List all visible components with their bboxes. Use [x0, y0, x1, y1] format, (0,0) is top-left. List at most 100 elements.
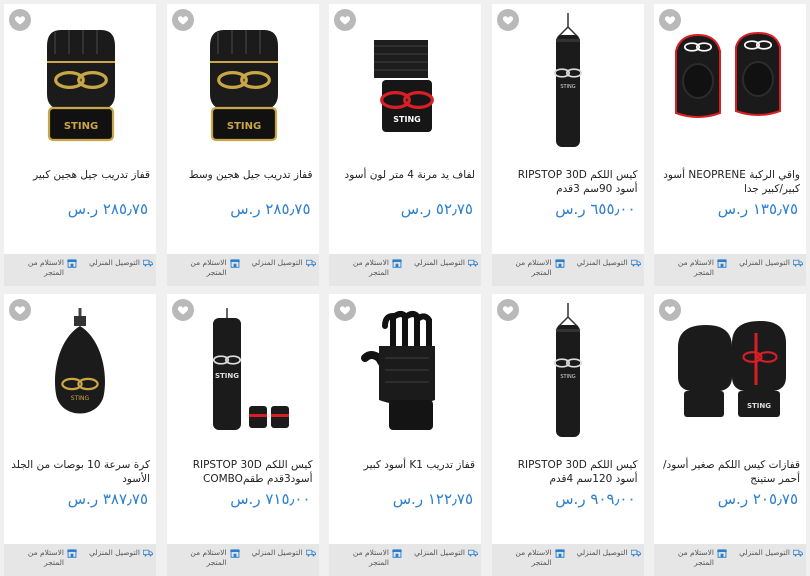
store-icon — [555, 548, 565, 558]
wishlist-heart-icon[interactable] — [9, 299, 31, 321]
svg-text:STING: STING — [71, 395, 90, 402]
store-pickup-label: الاستلام من المتجر — [677, 548, 714, 567]
store-pickup-option: الاستلام من المتجر — [654, 548, 730, 576]
wishlist-heart-icon[interactable] — [9, 9, 31, 31]
store-pickup-option: الاستلام من المتجر — [654, 258, 730, 286]
product-card[interactable]: STING كيس اللكم RIPSTOP 30D أسود 90سم 3ق… — [491, 4, 644, 286]
store-pickup-option: الاستلام من المتجر — [167, 258, 243, 286]
home-delivery-label: التوصيل المنزلي — [89, 258, 140, 267]
home-delivery-option: التوصيل المنزلي — [405, 258, 481, 286]
price-value: ٦٥٥٫٠٠ — [590, 200, 636, 218]
product-price: ٢٠٥٫٧٥ ر.س — [654, 488, 806, 514]
price-value: ١٢٢٫٧٥ — [427, 490, 473, 508]
currency-label: ر.س — [392, 490, 424, 508]
currency-label: ر.س — [230, 200, 261, 218]
price-value: ١٣٥٫٧٥ — [752, 200, 798, 218]
store-icon — [717, 548, 727, 558]
product-card[interactable]: STING كيس اللكم RIPSTOP 30D أسود 120سم 4… — [491, 294, 644, 576]
home-delivery-label: التوصيل المنزلي — [414, 258, 465, 267]
product-price: ٦٥٥٫٠٠ ر.س — [492, 198, 644, 224]
store-pickup-label: الاستلام من المتجر — [27, 548, 64, 567]
truck-icon — [631, 548, 641, 558]
product-title[interactable]: قفاز تدريب جيل هجين كبير — [4, 162, 156, 198]
store-pickup-option: الاستلام من المتجر — [4, 258, 80, 286]
store-icon — [392, 258, 402, 268]
product-price: ٣٨٧٫٧٥ ر.س — [4, 488, 156, 514]
wishlist-heart-icon[interactable] — [659, 299, 681, 321]
product-title[interactable]: قفازات كيس اللكم صغير أسود/أحمر ستينج — [654, 452, 806, 488]
currency-label: ر.س — [555, 200, 586, 218]
store-icon — [67, 258, 77, 268]
product-price: ٢٨٥٫٧٥ ر.س — [4, 198, 156, 224]
wishlist-heart-icon[interactable] — [496, 9, 519, 31]
product-card[interactable]: واقي الركبة NEOPRENE أسود كبير/كبير جدا … — [654, 4, 806, 286]
home-delivery-label: التوصيل المنزلي — [739, 258, 790, 267]
product-title[interactable]: كيس اللكم RIPSTOP 30D أسود 90سم 3قدم — [492, 162, 644, 198]
product-title[interactable]: كيس اللكم RIPSTOP 30D أسود3قدم طقمCOMBO — [167, 452, 319, 488]
product-price: ٢٨٥٫٧٥ ر.س — [167, 198, 319, 224]
product-card[interactable]: STING كيس اللكم RIPSTOP 30D أسود3قدم طقم… — [166, 294, 319, 576]
svg-text:STING: STING — [560, 374, 575, 380]
home-delivery-label: التوصيل المنزلي — [414, 548, 465, 557]
currency-label: ر.س — [400, 200, 432, 218]
truck-icon — [468, 258, 478, 268]
currency-label: ر.س — [717, 200, 749, 218]
truck-icon — [306, 548, 316, 558]
svg-text:STING: STING — [64, 121, 98, 132]
product-title[interactable]: لفاف يد مرنة 4 متر لون أسود — [329, 162, 481, 198]
wishlist-heart-icon[interactable] — [659, 9, 681, 31]
fulfillment-options: التوصيل المنزلي الاستلام من المتجر — [4, 254, 156, 286]
store-pickup-label: الاستلام من المتجر — [352, 548, 389, 567]
product-title[interactable]: واقي الركبة NEOPRENE أسود كبير/كبير جدا — [654, 162, 806, 198]
fulfillment-options: التوصيل المنزلي الاستلام من المتجر — [4, 544, 156, 576]
store-pickup-option: الاستلام من المتجر — [329, 548, 405, 576]
store-pickup-label: الاستلام من المتجر — [190, 548, 227, 567]
home-delivery-option: التوصيل المنزلي — [243, 548, 319, 576]
store-pickup-option: الاستلام من المتجر — [492, 548, 568, 576]
product-title[interactable]: كرة سرعة 10 بوصات من الجلد الأسود — [4, 452, 156, 488]
product-card[interactable]: STING قفازات كيس اللكم صغير أسود/أحمر ست… — [654, 294, 806, 576]
product-card[interactable]: STING كرة سرعة 10 بوصات من الجلد الأسود … — [4, 294, 156, 576]
home-delivery-option: التوصيل المنزلي — [568, 258, 644, 286]
store-pickup-label: الاستلام من المتجر — [27, 258, 64, 277]
home-delivery-label: التوصيل المنزلي — [251, 548, 303, 557]
store-icon — [230, 548, 240, 558]
fulfillment-options: التوصيل المنزلي الاستلام من المتجر — [654, 544, 806, 576]
price-value: ٣٨٧٫٧٥ — [102, 490, 148, 508]
fulfillment-options: التوصيل المنزلي الاستلام من المتجر — [166, 544, 319, 576]
product-price: ١٢٢٫٧٥ ر.س — [329, 488, 481, 514]
wishlist-heart-icon[interactable] — [171, 9, 194, 31]
product-card[interactable]: STING لفاف يد مرنة 4 متر لون أسود ٥٢٫٧٥ … — [329, 4, 481, 286]
wishlist-heart-icon[interactable] — [496, 299, 519, 321]
wishlist-heart-icon[interactable] — [334, 9, 356, 31]
wishlist-heart-icon[interactable] — [334, 299, 356, 321]
store-icon — [555, 258, 565, 268]
product-card[interactable]: قفاز تدريب K1 أسود كبير ١٢٢٫٧٥ ر.س التوص… — [329, 294, 481, 576]
fulfillment-options: التوصيل المنزلي الاستلام من المتجر — [654, 254, 806, 286]
wishlist-heart-icon[interactable] — [171, 299, 194, 321]
product-card[interactable]: STING قفاز تدريب جيل هجين وسط ٢٨٥٫٧٥ ر.س… — [166, 4, 319, 286]
product-title[interactable]: كيس اللكم RIPSTOP 30D أسود 120سم 4قدم — [492, 452, 644, 488]
product-card[interactable]: STING قفاز تدريب جيل هجين كبير ٢٨٥٫٧٥ ر.… — [4, 4, 156, 286]
svg-text:STING: STING — [393, 115, 420, 124]
svg-text:STING: STING — [214, 372, 238, 380]
fulfillment-options: التوصيل المنزلي الاستلام من المتجر — [329, 254, 481, 286]
product-title[interactable]: قفاز تدريب جيل هجين وسط — [167, 162, 319, 198]
store-icon — [230, 258, 240, 268]
fulfillment-options: التوصيل المنزلي الاستلام من المتجر — [491, 544, 644, 576]
store-pickup-label: الاستلام من المتجر — [515, 258, 552, 277]
home-delivery-option: التوصيل المنزلي — [80, 258, 156, 286]
price-value: ٢٠٥٫٧٥ — [752, 490, 798, 508]
store-pickup-label: الاستلام من المتجر — [677, 258, 714, 277]
store-pickup-option: الاستلام من المتجر — [329, 258, 405, 286]
product-title[interactable]: قفاز تدريب K1 أسود كبير — [329, 452, 481, 488]
truck-icon — [793, 258, 803, 268]
store-pickup-label: الاستلام من المتجر — [352, 258, 389, 277]
currency-label: ر.س — [67, 200, 99, 218]
home-delivery-option: التوصيل المنزلي — [568, 548, 644, 576]
store-pickup-label: الاستلام من المتجر — [190, 258, 227, 277]
home-delivery-label: التوصيل المنزلي — [89, 548, 140, 557]
truck-icon — [468, 548, 478, 558]
price-value: ٢٨٥٫٧٥ — [102, 200, 148, 218]
currency-label: ر.س — [555, 490, 586, 508]
